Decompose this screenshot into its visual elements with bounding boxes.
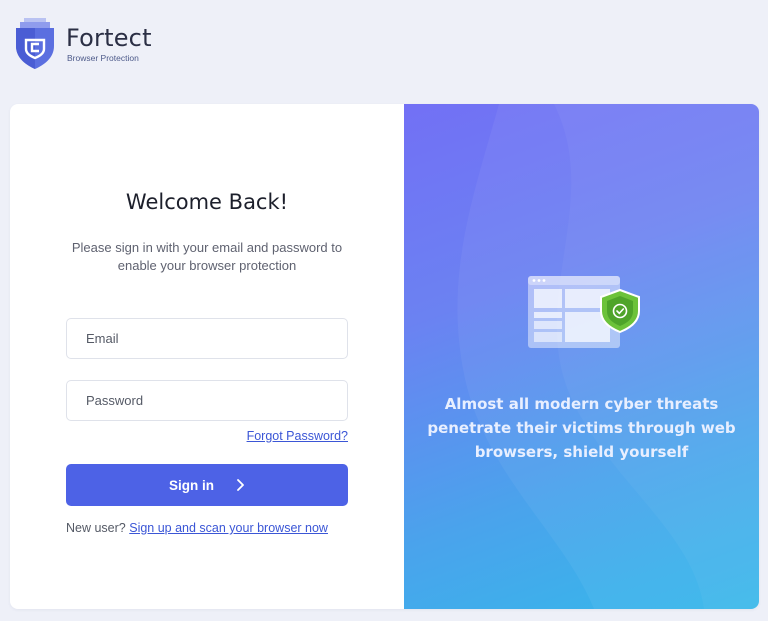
sign-in-button[interactable]: Sign in — [66, 464, 348, 506]
login-panel: Welcome Back! Please sign in with your e… — [10, 104, 404, 609]
shield-logo-icon — [16, 18, 54, 69]
sign-up-link[interactable]: Sign up and scan your browser now — [129, 521, 328, 535]
login-subtitle: Please sign in with your email and passw… — [71, 240, 343, 273]
promo-panel: Almost all modern cyber threats penetrat… — [404, 104, 759, 609]
brand-name: Fortect — [66, 24, 152, 52]
sign-in-label: Sign in — [169, 477, 214, 493]
forgot-password-link[interactable]: Forgot Password? — [247, 429, 348, 443]
login-card: Welcome Back! Please sign in with your e… — [10, 104, 759, 609]
brand-subtitle: Browser Protection — [67, 53, 139, 63]
new-user-text: New user? — [66, 521, 126, 535]
email-field[interactable] — [66, 318, 348, 359]
promo-tagline: Almost all modern cyber threats penetrat… — [427, 395, 736, 461]
background-wave-decoration — [457, 104, 759, 609]
password-field[interactable] — [66, 380, 348, 421]
new-user-row: New user? Sign up and scan your browser … — [66, 521, 328, 535]
page-title: Welcome Back! — [125, 190, 289, 214]
brand-header: Fortect Browser Protection — [14, 16, 214, 72]
chevron-right-icon — [237, 479, 244, 491]
browser-protection-illustration — [528, 276, 640, 348]
